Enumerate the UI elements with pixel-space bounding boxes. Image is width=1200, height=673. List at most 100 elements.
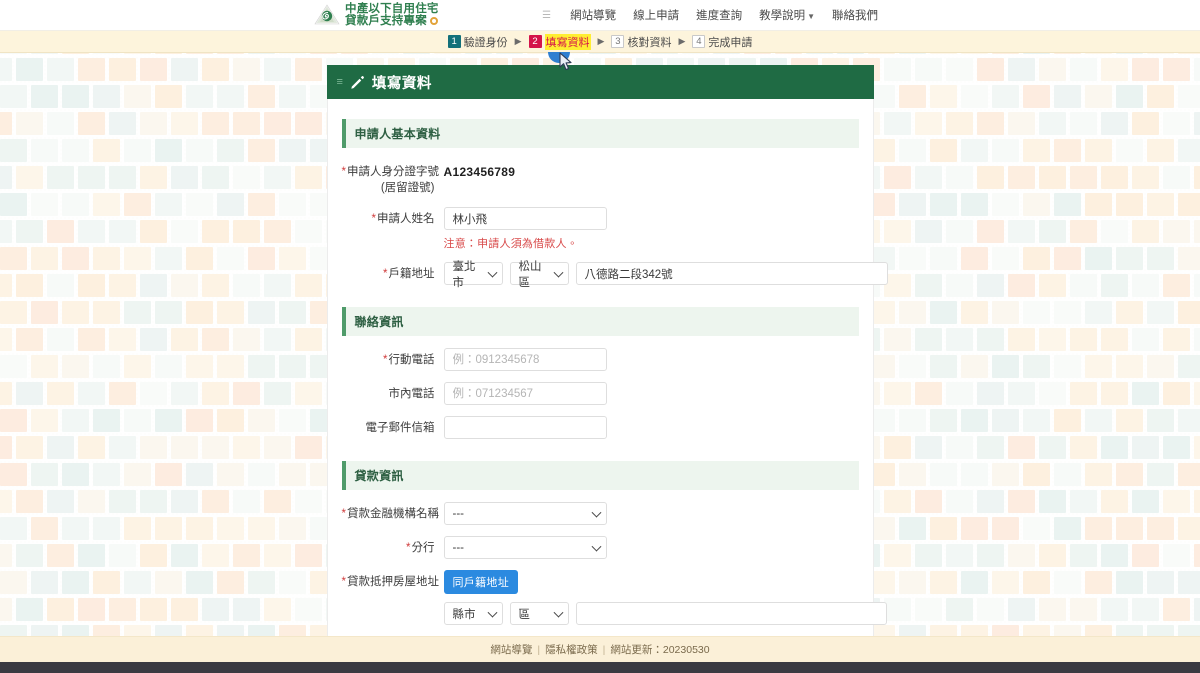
background-tile (109, 220, 136, 243)
background-tile (961, 139, 988, 162)
background-tile (1085, 301, 1112, 324)
background-tile (78, 436, 105, 459)
household-city-value: 臺北市 (452, 260, 476, 289)
background-tile (171, 58, 198, 81)
background-tile (217, 571, 244, 594)
background-tile (248, 247, 275, 270)
step-item-1[interactable]: 1 驗證身份 (447, 34, 508, 50)
background-tile (0, 517, 27, 540)
background-tile (186, 247, 213, 270)
background-tile (0, 85, 27, 108)
nav-item-contact-us[interactable]: 聯絡我們 (832, 7, 878, 23)
email-input[interactable] (443, 416, 607, 440)
household-city-select[interactable]: 臺北市 (443, 261, 503, 289)
background-tile (171, 544, 198, 567)
mortgage-district-select[interactable]: 區 (509, 602, 569, 626)
background-tile (217, 355, 244, 378)
background-tile (1194, 112, 1200, 135)
site-logo[interactable]: 中產以下自用住宅 貸款戶支持專案 (314, 3, 439, 28)
background-tile (1116, 463, 1143, 486)
background-tile (1194, 58, 1200, 81)
background-tile (1008, 58, 1035, 81)
step-item-3[interactable]: 3 核對資料 (611, 34, 671, 50)
background-tile (202, 112, 229, 135)
nav-item-tutorial[interactable]: 教學說明 ▼ (759, 7, 815, 23)
background-tile (124, 355, 151, 378)
background-tile (295, 166, 322, 189)
same-as-household-address-button[interactable]: 同戶籍地址 (443, 570, 518, 595)
background-tile (202, 328, 229, 351)
background-tile (202, 544, 229, 567)
nav-item-sitemap[interactable]: 網站導覽 (570, 7, 616, 23)
bank-select[interactable]: --- (443, 502, 607, 526)
background-tile (0, 139, 27, 162)
step-item-2[interactable]: 2 填寫資料 (528, 33, 591, 50)
background-tile (47, 382, 74, 405)
chevron-down-icon (487, 267, 497, 278)
background-tile (233, 112, 260, 135)
site-footer: 網站導覽 | 隱私權政策 | 網站更新：20230530 (0, 636, 1200, 662)
mortgage-address-detail-input[interactable] (575, 602, 887, 626)
nav-item-online-apply[interactable]: 線上申請 (633, 7, 679, 23)
mobile-phone-input[interactable] (443, 348, 607, 372)
background-tile (884, 220, 911, 243)
step-label: 驗證身份 (463, 36, 508, 49)
background-tile (264, 220, 291, 243)
background-tile (1070, 58, 1097, 81)
background-tile (279, 301, 306, 324)
background-tile (977, 58, 1004, 81)
background-tile (1147, 139, 1174, 162)
label-branch: *分行 (342, 536, 434, 557)
background-tile (1116, 193, 1143, 216)
background-tile (1023, 571, 1050, 594)
background-tile (977, 382, 1004, 405)
background-tile (992, 463, 1019, 486)
background-tile (899, 85, 926, 108)
applicant-name-input[interactable] (443, 207, 607, 231)
background-tile (186, 355, 213, 378)
background-tile (295, 544, 322, 567)
branch-select[interactable]: --- (443, 536, 607, 560)
background-tile (155, 247, 182, 270)
background-tile (31, 193, 58, 216)
nav-item-progress-query[interactable]: 進度查詢 (696, 7, 742, 23)
background-tile (1178, 517, 1200, 540)
nav-item-tutorial-label: 教學說明 (759, 10, 806, 22)
background-tile (1054, 571, 1081, 594)
step-item-4[interactable]: 4 完成申請 (692, 34, 752, 50)
background-tile (1194, 220, 1200, 243)
panel-header: ≡ 填寫資料 (326, 65, 874, 99)
telephone-input[interactable] (443, 382, 607, 406)
mortgage-city-select[interactable]: 縣市 (443, 602, 503, 626)
background-tile (977, 598, 1004, 621)
section-heading-loan: 貸款資訊 (341, 461, 859, 491)
background-tile (155, 139, 182, 162)
background-tile (1054, 139, 1081, 162)
household-address-detail-input[interactable] (575, 262, 888, 286)
background-tile (1116, 571, 1143, 594)
section-heading-basic: 申請人基本資料 (341, 119, 859, 148)
background-tile (977, 274, 1004, 297)
background-tile (279, 193, 306, 216)
background-tile (1070, 220, 1097, 243)
background-tile (1085, 193, 1112, 216)
required-mark: * (341, 508, 346, 521)
background-tile (186, 301, 213, 324)
background-tile (977, 166, 1004, 189)
background-tile (124, 193, 151, 216)
background-tile (78, 598, 105, 621)
background-tile (1008, 436, 1035, 459)
household-district-select[interactable]: 松山區 (509, 261, 569, 289)
background-tile (264, 382, 291, 405)
background-tile (1132, 274, 1159, 297)
background-tile (1085, 85, 1112, 108)
footer-link-sitemap[interactable]: 網站導覽 (490, 642, 532, 657)
background-tile (1194, 490, 1200, 513)
background-tile (1163, 382, 1190, 405)
footer-link-privacy[interactable]: 隱私權政策 (545, 642, 598, 657)
background-tile (93, 463, 120, 486)
background-tile (1163, 328, 1190, 351)
background-tile (1163, 58, 1190, 81)
background-tile (217, 409, 244, 432)
background-tile (248, 355, 275, 378)
